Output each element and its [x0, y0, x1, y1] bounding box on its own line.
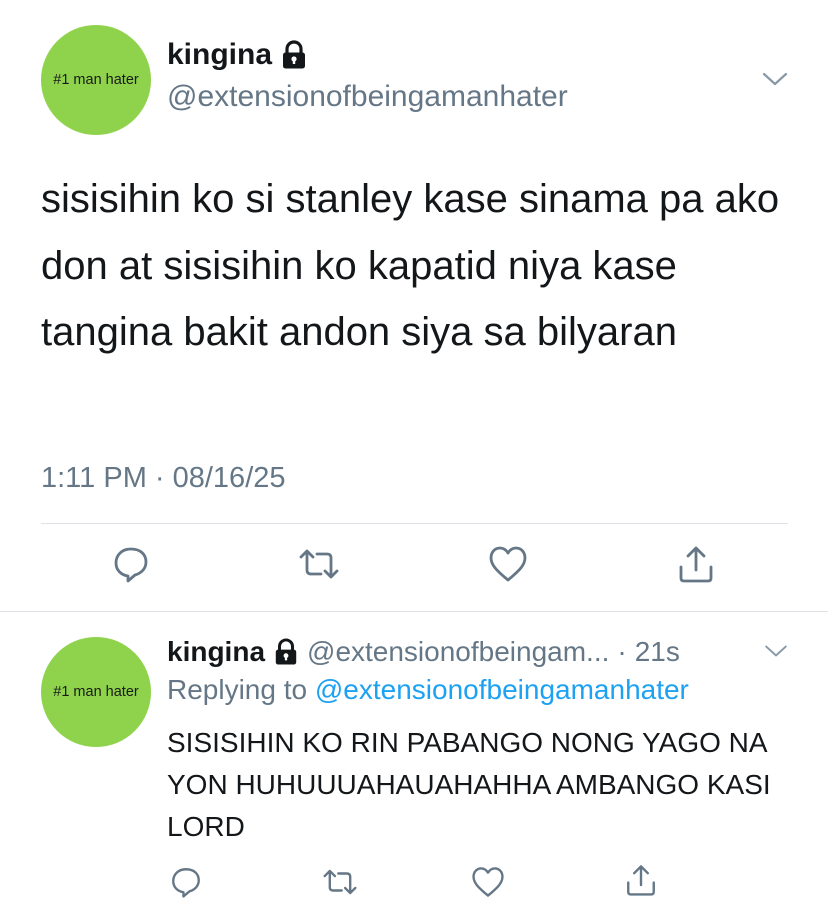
like-icon — [487, 544, 529, 584]
retweet-button[interactable] — [297, 542, 341, 586]
lock-icon — [280, 40, 308, 70]
tweet-actions — [0, 540, 828, 596]
main-tweet: #1 man hater kingina @extensionofbeingam… — [0, 0, 828, 611]
replying-to-label: Replying to — [167, 674, 308, 705]
reply-header: kingina @extensionofbeingam... · 21s — [167, 632, 680, 672]
reply-tweet-text: SISISIHIN KO RIN PABANGO NONG YAGO NA YO… — [167, 727, 771, 842]
user-handle[interactable]: @extensionofbeingamanhater — [167, 80, 568, 114]
tweet-divider — [0, 611, 828, 612]
like-icon — [470, 865, 506, 899]
retweet-icon — [297, 544, 341, 584]
chevron-down-icon[interactable] — [762, 643, 790, 659]
reply-button[interactable] — [109, 542, 153, 586]
retweet-icon — [321, 865, 359, 899]
avatar[interactable]: #1 man hater — [41, 25, 151, 135]
lock-icon — [273, 638, 299, 666]
tweet-thread: #1 man hater kingina @extensionofbeingam… — [0, 0, 828, 918]
retweet-button[interactable] — [318, 860, 362, 904]
display-name[interactable]: kingina — [167, 38, 308, 72]
replying-to: Replying to @extensionofbeingamanhater — [167, 674, 689, 706]
reply-icon — [169, 865, 203, 899]
like-button[interactable] — [486, 542, 530, 586]
tweet-text: sisisihin ko si stanley kase sinama pa a… — [41, 177, 780, 354]
divider — [41, 523, 788, 524]
share-icon — [676, 543, 716, 585]
share-button[interactable] — [674, 542, 718, 586]
chevron-down-icon[interactable] — [760, 70, 790, 88]
reply-icon — [111, 544, 151, 584]
display-name-text: kingina — [167, 38, 273, 71]
reply-avatar[interactable]: #1 man hater — [41, 637, 151, 747]
reply-timestamp: 21s — [634, 636, 680, 667]
share-button[interactable] — [619, 858, 663, 902]
reply-separator: · — [617, 636, 627, 667]
share-icon — [624, 862, 658, 898]
avatar-text: #1 man hater — [53, 72, 139, 88]
reply-button[interactable] — [164, 860, 208, 904]
reply-display-name[interactable]: kingina — [167, 636, 265, 668]
avatar-text: #1 man hater — [53, 684, 139, 700]
like-button[interactable] — [466, 860, 510, 904]
reply-user-handle[interactable]: @extensionofbeingam... — [307, 636, 609, 668]
tweet-timestamp: 1:11 PM · 08/16/25 — [41, 462, 286, 494]
reply-tweet-actions — [0, 860, 828, 904]
replying-to-handle-link[interactable]: @extensionofbeingamanhater — [315, 674, 689, 705]
